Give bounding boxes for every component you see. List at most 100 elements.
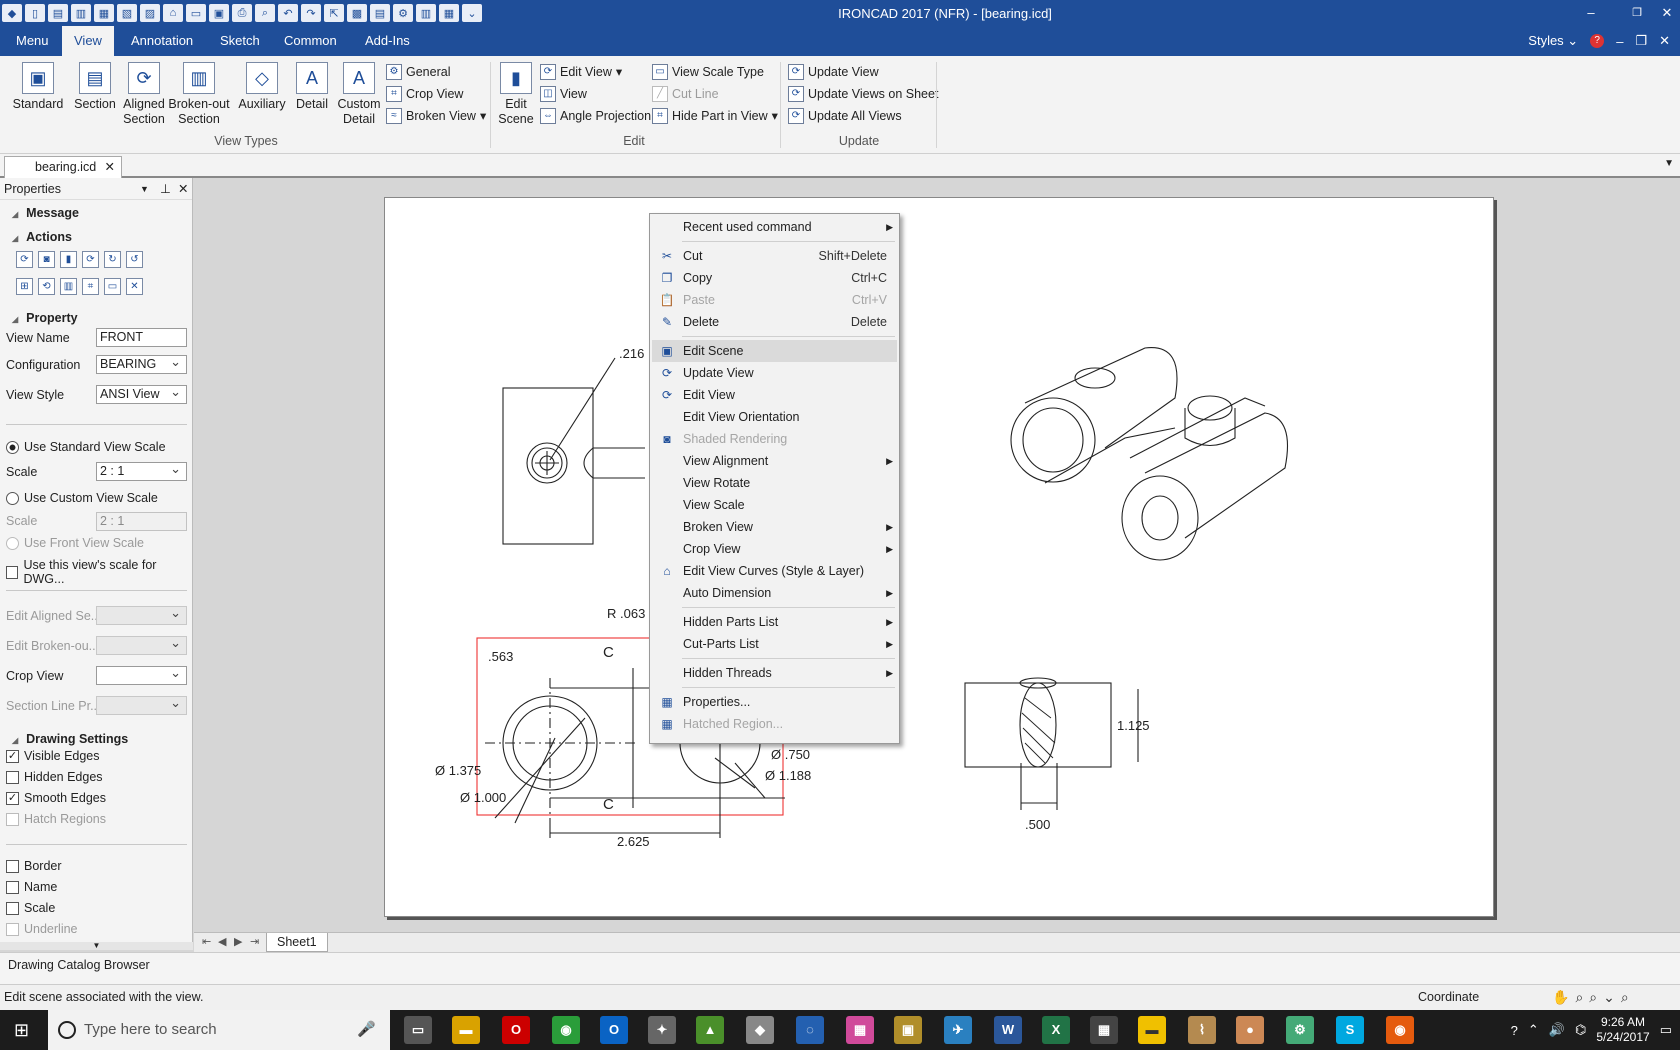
edit-view-icon[interactable]: ⟳ — [82, 251, 99, 268]
menu-item-hidden-parts-list[interactable]: Hidden Parts List ▶ — [652, 611, 897, 633]
close-button[interactable]: ✕ — [1644, 0, 1680, 26]
volume-icon[interactable]: 🔊 — [1549, 1022, 1565, 1038]
skype-icon[interactable]: S — [1336, 1016, 1364, 1044]
sheet-tab[interactable]: Sheet1 — [266, 933, 328, 952]
tab-sketch[interactable]: Sketch — [208, 26, 272, 56]
menu-item-paste[interactable]: 📋 Paste Ctrl+V — [652, 289, 897, 311]
update-view-icon[interactable]: ⟳ — [16, 251, 33, 268]
taskbar-search[interactable]: Type here to search 🎤 — [48, 1010, 390, 1050]
scale-select[interactable]: 2 : 1 — [96, 460, 187, 481]
edit-scene-button[interactable]: ▮ Edit Scene — [496, 62, 536, 127]
app-icon[interactable]: ⌇ — [1188, 1016, 1216, 1044]
app-icon[interactable]: ◌ — [796, 1016, 824, 1044]
edit-scene-icon[interactable]: ▮ — [60, 251, 77, 268]
tab-annotation[interactable]: Annotation — [119, 26, 205, 56]
dim-label[interactable]: Ø 1.000 — [460, 790, 506, 805]
clock[interactable]: 9:26 AM 5/24/2017 — [1596, 1015, 1649, 1045]
rotate-icon[interactable]: ↻ — [104, 251, 121, 268]
edit-view-button[interactable]: ⟳ Edit View ▾ — [540, 62, 622, 82]
tab-common[interactable]: Common — [272, 26, 349, 56]
dim-label[interactable]: 1.125 — [1117, 718, 1150, 733]
crop-icon[interactable]: ⌗ — [82, 278, 99, 295]
hidden-edges-checkbox[interactable]: Hidden Edges — [6, 770, 103, 784]
tab-list-icon[interactable]: ▼ — [1664, 158, 1674, 169]
auxiliary-view-button[interactable]: ◇ Auxiliary — [234, 62, 290, 112]
view-style-select[interactable]: ANSI View — [96, 383, 187, 404]
align-icon[interactable]: ⊞ — [16, 278, 33, 295]
broken-out-section-button[interactable]: ▥ Broken-out Section — [168, 62, 230, 127]
menu-item-view-scale[interactable]: View Scale — [652, 494, 897, 516]
detail-view-button[interactable]: A Detail — [290, 62, 334, 112]
menu-item-view-rotate[interactable]: View Rotate — [652, 472, 897, 494]
menu-item-edit-scene[interactable]: ▣ Edit Scene — [652, 340, 897, 362]
section-view-button[interactable]: ▤ Section — [70, 62, 120, 112]
update-all-views-button[interactable]: ⟳ Update All Views — [788, 106, 902, 126]
menu-item-crop-view[interactable]: Crop View ▶ — [652, 538, 897, 560]
use-standard-scale-radio[interactable]: Use Standard View Scale — [6, 440, 166, 454]
dim-label[interactable]: Ø 1.188 — [765, 768, 811, 783]
app-icon[interactable]: ▦ — [846, 1016, 874, 1044]
property-section[interactable]: Property — [12, 311, 77, 325]
ironcad-icon[interactable]: ◆ — [746, 1016, 774, 1044]
cut-line-button[interactable]: ╱ Cut Line — [652, 84, 719, 104]
chrome-icon[interactable]: ◉ — [552, 1016, 580, 1044]
microphone-icon[interactable]: 🎤 — [357, 1010, 376, 1050]
menu-item-broken-view[interactable]: Broken View ▶ — [652, 516, 897, 538]
menu-item-edit-view-curves-style-layer[interactable]: ⌂ Edit View Curves (Style & Layer) — [652, 560, 897, 582]
outlook-icon[interactable]: O — [600, 1016, 628, 1044]
side-view-outline[interactable] — [964, 682, 1112, 768]
menu-item-hatched-region[interactable]: ▦ Hatched Region... — [652, 713, 897, 735]
app-icon[interactable]: ✦ — [648, 1016, 676, 1044]
view-name-field[interactable]: FRONT — [96, 328, 187, 347]
panel-close-icon[interactable]: ✕ — [178, 178, 188, 200]
angle-projection-button[interactable]: ⇔ Angle Projection — [540, 106, 651, 126]
windows-start-icon[interactable]: ⊞ — [14, 1020, 29, 1041]
menu-item-properties[interactable]: ▦ Properties... — [652, 691, 897, 713]
menu-item-delete[interactable]: ✎ Delete Delete — [652, 311, 897, 333]
update-view-button[interactable]: ⟳ Update View — [788, 62, 879, 82]
smooth-edges-checkbox[interactable]: ✓ Smooth Edges — [6, 791, 106, 805]
file-explorer-icon[interactable]: ▬ — [452, 1016, 480, 1044]
crop-view-select[interactable] — [96, 664, 187, 685]
help-icon[interactable]: ? — [1590, 34, 1605, 48]
name-checkbox[interactable]: Name — [6, 880, 57, 894]
task-view-icon[interactable]: ▭ — [404, 1016, 432, 1044]
ribbon-close-icon[interactable]: ✕ — [1659, 33, 1670, 49]
dim-label[interactable]: .216 — [619, 346, 644, 361]
app-icon[interactable]: ● — [1236, 1016, 1264, 1044]
menu-item-recent-used-command[interactable]: Recent used command ▶ — [652, 216, 897, 238]
menu-item-copy[interactable]: ❐ Copy Ctrl+C — [652, 267, 897, 289]
help-tray-icon[interactable]: ? — [1511, 1023, 1518, 1038]
pin-icon[interactable]: ⊥ — [160, 178, 171, 200]
styles-menu[interactable]: Styles ⌄ — [1528, 33, 1578, 49]
hatch-regions-checkbox[interactable]: Hatch Regions — [6, 812, 106, 826]
hide-part-in-view-button[interactable]: ⌗ Hide Part in View ▾ — [652, 106, 778, 126]
use-custom-scale-radio[interactable]: Use Custom View Scale — [6, 491, 158, 505]
pan-icon[interactable]: ✋ — [1552, 985, 1569, 1009]
border-checkbox[interactable]: Border — [6, 859, 62, 873]
shaded-icon[interactable]: ◙ — [38, 251, 55, 268]
drawing-sheet[interactable]: .216 R .063 .563 Ø 1.375 Ø 1.000 2.625 Ø… — [384, 197, 1494, 917]
section-label[interactable]: C — [603, 644, 614, 661]
panel-dropdown-icon[interactable]: ▼ — [140, 178, 149, 200]
drawing-canvas[interactable]: .216 R .063 .563 Ø 1.375 Ø 1.000 2.625 Ø… — [194, 178, 1680, 932]
firefox-icon[interactable]: ◉ — [1386, 1016, 1414, 1044]
dim-label[interactable]: Ø 1.375 — [435, 763, 481, 778]
tab-add-ins[interactable]: Add-Ins — [353, 26, 422, 56]
scale-checkbox[interactable]: Scale — [6, 901, 55, 915]
dim-label[interactable]: Ø .750 — [771, 747, 810, 762]
menu-item-view-alignment[interactable]: View Alignment ▶ — [652, 450, 897, 472]
notifications-icon[interactable]: ▭ — [1660, 1022, 1672, 1038]
network-icon[interactable]: ⌬ — [1575, 1022, 1586, 1038]
zoom-window-icon[interactable]: ⌕ — [1589, 985, 1597, 1009]
dim-label[interactable]: 2.625 — [617, 834, 650, 849]
ribbon-minimize-icon[interactable]: – — [1616, 34, 1623, 49]
ribbon-restore-icon[interactable]: ❐ — [1635, 33, 1647, 49]
app-icon[interactable]: ⚙ — [1286, 1016, 1314, 1044]
panel-scroll-down[interactable]: ▼ — [0, 942, 193, 950]
custom-scale-field[interactable]: 2 : 1 — [96, 512, 187, 531]
prev-sheet-icon[interactable]: ◀ — [218, 935, 226, 948]
configuration-select[interactable]: BEARING — [96, 353, 187, 374]
section-label[interactable]: C — [603, 796, 614, 813]
menu-item-edit-view-orientation[interactable]: Edit View Orientation — [652, 406, 897, 428]
